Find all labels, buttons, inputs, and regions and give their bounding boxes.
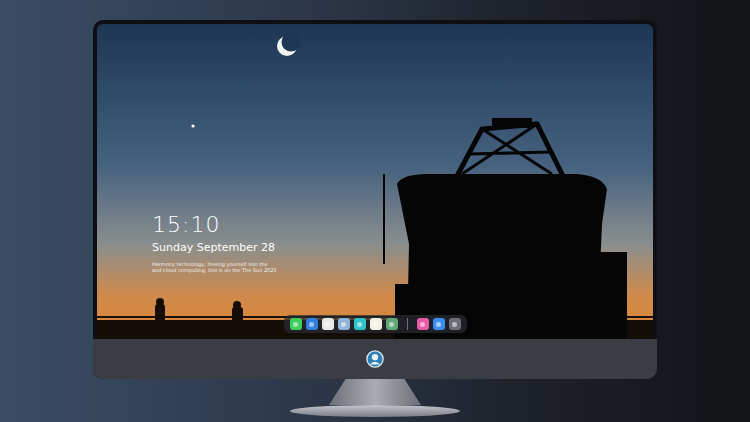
caption-line: Harmony technology, freeing yourself int… <box>152 261 268 267</box>
dock-app-icon[interactable] <box>433 318 445 330</box>
dock <box>284 315 467 333</box>
screen: 15:10 Sunday September 28 Harmony techno… <box>97 24 653 339</box>
dock-app-icon[interactable] <box>370 318 382 330</box>
dock-app-icon[interactable] <box>290 318 302 330</box>
monitor: 15:10 Sunday September 28 Harmony techno… <box>93 20 657 422</box>
clock-date: Sunday September 28 <box>152 240 275 255</box>
brand-logo-icon <box>366 350 384 368</box>
monitor-bezel: 15:10 Sunday September 28 Harmony techno… <box>93 20 657 379</box>
dock-app-icon[interactable] <box>386 318 398 330</box>
clock-time: 15:10 <box>152 212 220 238</box>
monitor-stand <box>329 379 421 405</box>
caption-line: and cloud computing, this is on the The … <box>152 267 277 273</box>
dock-app-icon[interactable] <box>306 318 318 330</box>
wallpaper <box>97 24 653 339</box>
desktop-background: 15:10 Sunday September 28 Harmony techno… <box>0 0 750 422</box>
monitor-chin <box>93 339 657 379</box>
dock-separator <box>407 318 408 330</box>
dock-app-icon[interactable] <box>417 318 429 330</box>
clock-widget: 15:10 Sunday September 28 Harmony techno… <box>97 212 653 273</box>
dock-app-icon[interactable] <box>449 318 461 330</box>
dock-app-icon[interactable] <box>354 318 366 330</box>
monitor-base <box>290 405 460 417</box>
dock-app-icon[interactable] <box>338 318 350 330</box>
dock-app-icon[interactable] <box>322 318 334 330</box>
